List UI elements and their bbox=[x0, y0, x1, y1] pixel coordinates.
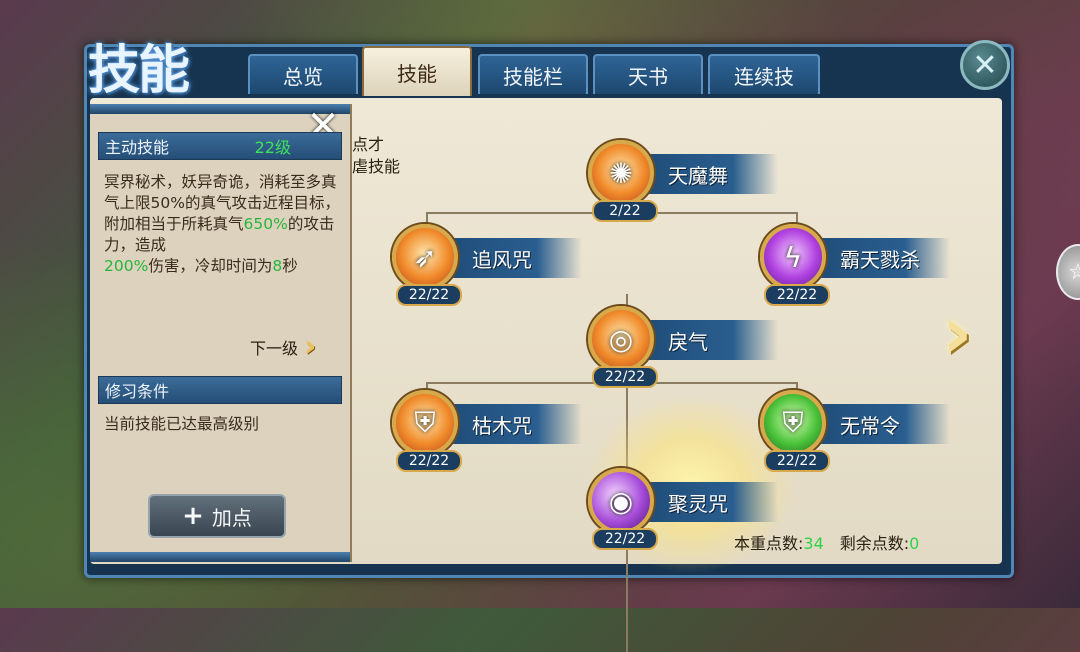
hint-text: 点才 虐技能 bbox=[352, 135, 401, 176]
points-summary: 本重点数:34 剩余点数:0 bbox=[734, 530, 919, 554]
next-level-label: 下一级 bbox=[250, 339, 299, 358]
green-shield-icon: ⛨ bbox=[760, 390, 826, 456]
skill-tree: 天魔舞 ✺ 2/22 追风咒 ➶ 22/22 霸天戮杀 ϟ 22/22 戾气 ◎… bbox=[350, 104, 1000, 652]
tab-skills[interactable]: 技能 bbox=[362, 46, 472, 96]
next-level-button[interactable]: 下一级 › bbox=[250, 332, 316, 362]
window-title: 技能 bbox=[88, 40, 190, 101]
skill-info-panel: ✕ 主动技能 22级 冥界秘术，妖异奇诡，消耗至多真气上限50%的真气攻击近程目… bbox=[90, 103, 352, 562]
fury-icon: ◎ bbox=[588, 306, 654, 372]
skill-level: 22/22 bbox=[592, 366, 658, 388]
remaining-points: 剩余点数:0 bbox=[839, 534, 920, 553]
skill-type-header: 主动技能 22级 bbox=[98, 132, 342, 160]
tab-heavenly-book[interactable]: 天书 bbox=[593, 54, 703, 94]
add-point-button[interactable]: + 加点 bbox=[148, 494, 286, 538]
lightning-icon: ϟ bbox=[760, 224, 826, 290]
skill-level-label: 22级 bbox=[254, 138, 291, 157]
skill-node-liqi[interactable]: 戾气 ◎ 22/22 bbox=[588, 306, 778, 392]
skill-level: 22/22 bbox=[764, 284, 830, 306]
fire-dance-icon: ✺ bbox=[588, 140, 654, 206]
add-point-label: 加点 bbox=[211, 505, 252, 530]
skill-level: 2/22 bbox=[592, 200, 658, 222]
skill-node-zhuifengzhou[interactable]: 追风咒 ➶ 22/22 bbox=[392, 224, 582, 310]
chevron-right-icon: › bbox=[304, 329, 317, 364]
skill-node-tianmowu[interactable]: 天魔舞 ✺ 2/22 bbox=[588, 140, 778, 226]
reset-points: 本重点数:34 bbox=[734, 534, 824, 553]
wind-chase-icon: ➶ bbox=[392, 224, 458, 290]
plus-icon: + bbox=[182, 501, 204, 531]
skill-description: 冥界秘术，妖异奇诡，消耗至多真气上限50%的真气攻击近程目标，附加相当于所耗真气… bbox=[104, 173, 340, 275]
skill-type: 主动技能 bbox=[105, 138, 170, 157]
skill-level: 22/22 bbox=[396, 284, 462, 306]
next-page-arrow-icon[interactable]: › bbox=[942, 296, 973, 370]
close-button[interactable]: ✕ bbox=[960, 40, 1010, 90]
condition-header: 修习条件 bbox=[98, 376, 342, 404]
skill-level: 22/22 bbox=[592, 528, 658, 550]
shield-icon: ⛨ bbox=[392, 390, 458, 456]
tab-overview[interactable]: 总览 bbox=[248, 54, 358, 94]
skill-node-kumuzhou[interactable]: 枯木咒 ⛨ 22/22 bbox=[392, 390, 582, 476]
tab-skill-bar[interactable]: 技能栏 bbox=[478, 54, 588, 94]
spirit-orb-icon: ◉ bbox=[588, 468, 654, 534]
close-icon: ✕ bbox=[972, 47, 998, 83]
skill-node-batianlusha[interactable]: 霸天戮杀 ϟ 22/22 bbox=[760, 224, 950, 310]
tab-combo[interactable]: 连续技 bbox=[708, 54, 820, 94]
skill-level: 22/22 bbox=[396, 450, 462, 472]
condition-text: 当前技能已达最高级别 bbox=[104, 415, 260, 433]
panel-bottom-bar bbox=[90, 552, 350, 562]
skill-node-wuchangling[interactable]: 无常令 ⛨ 22/22 bbox=[760, 390, 950, 476]
